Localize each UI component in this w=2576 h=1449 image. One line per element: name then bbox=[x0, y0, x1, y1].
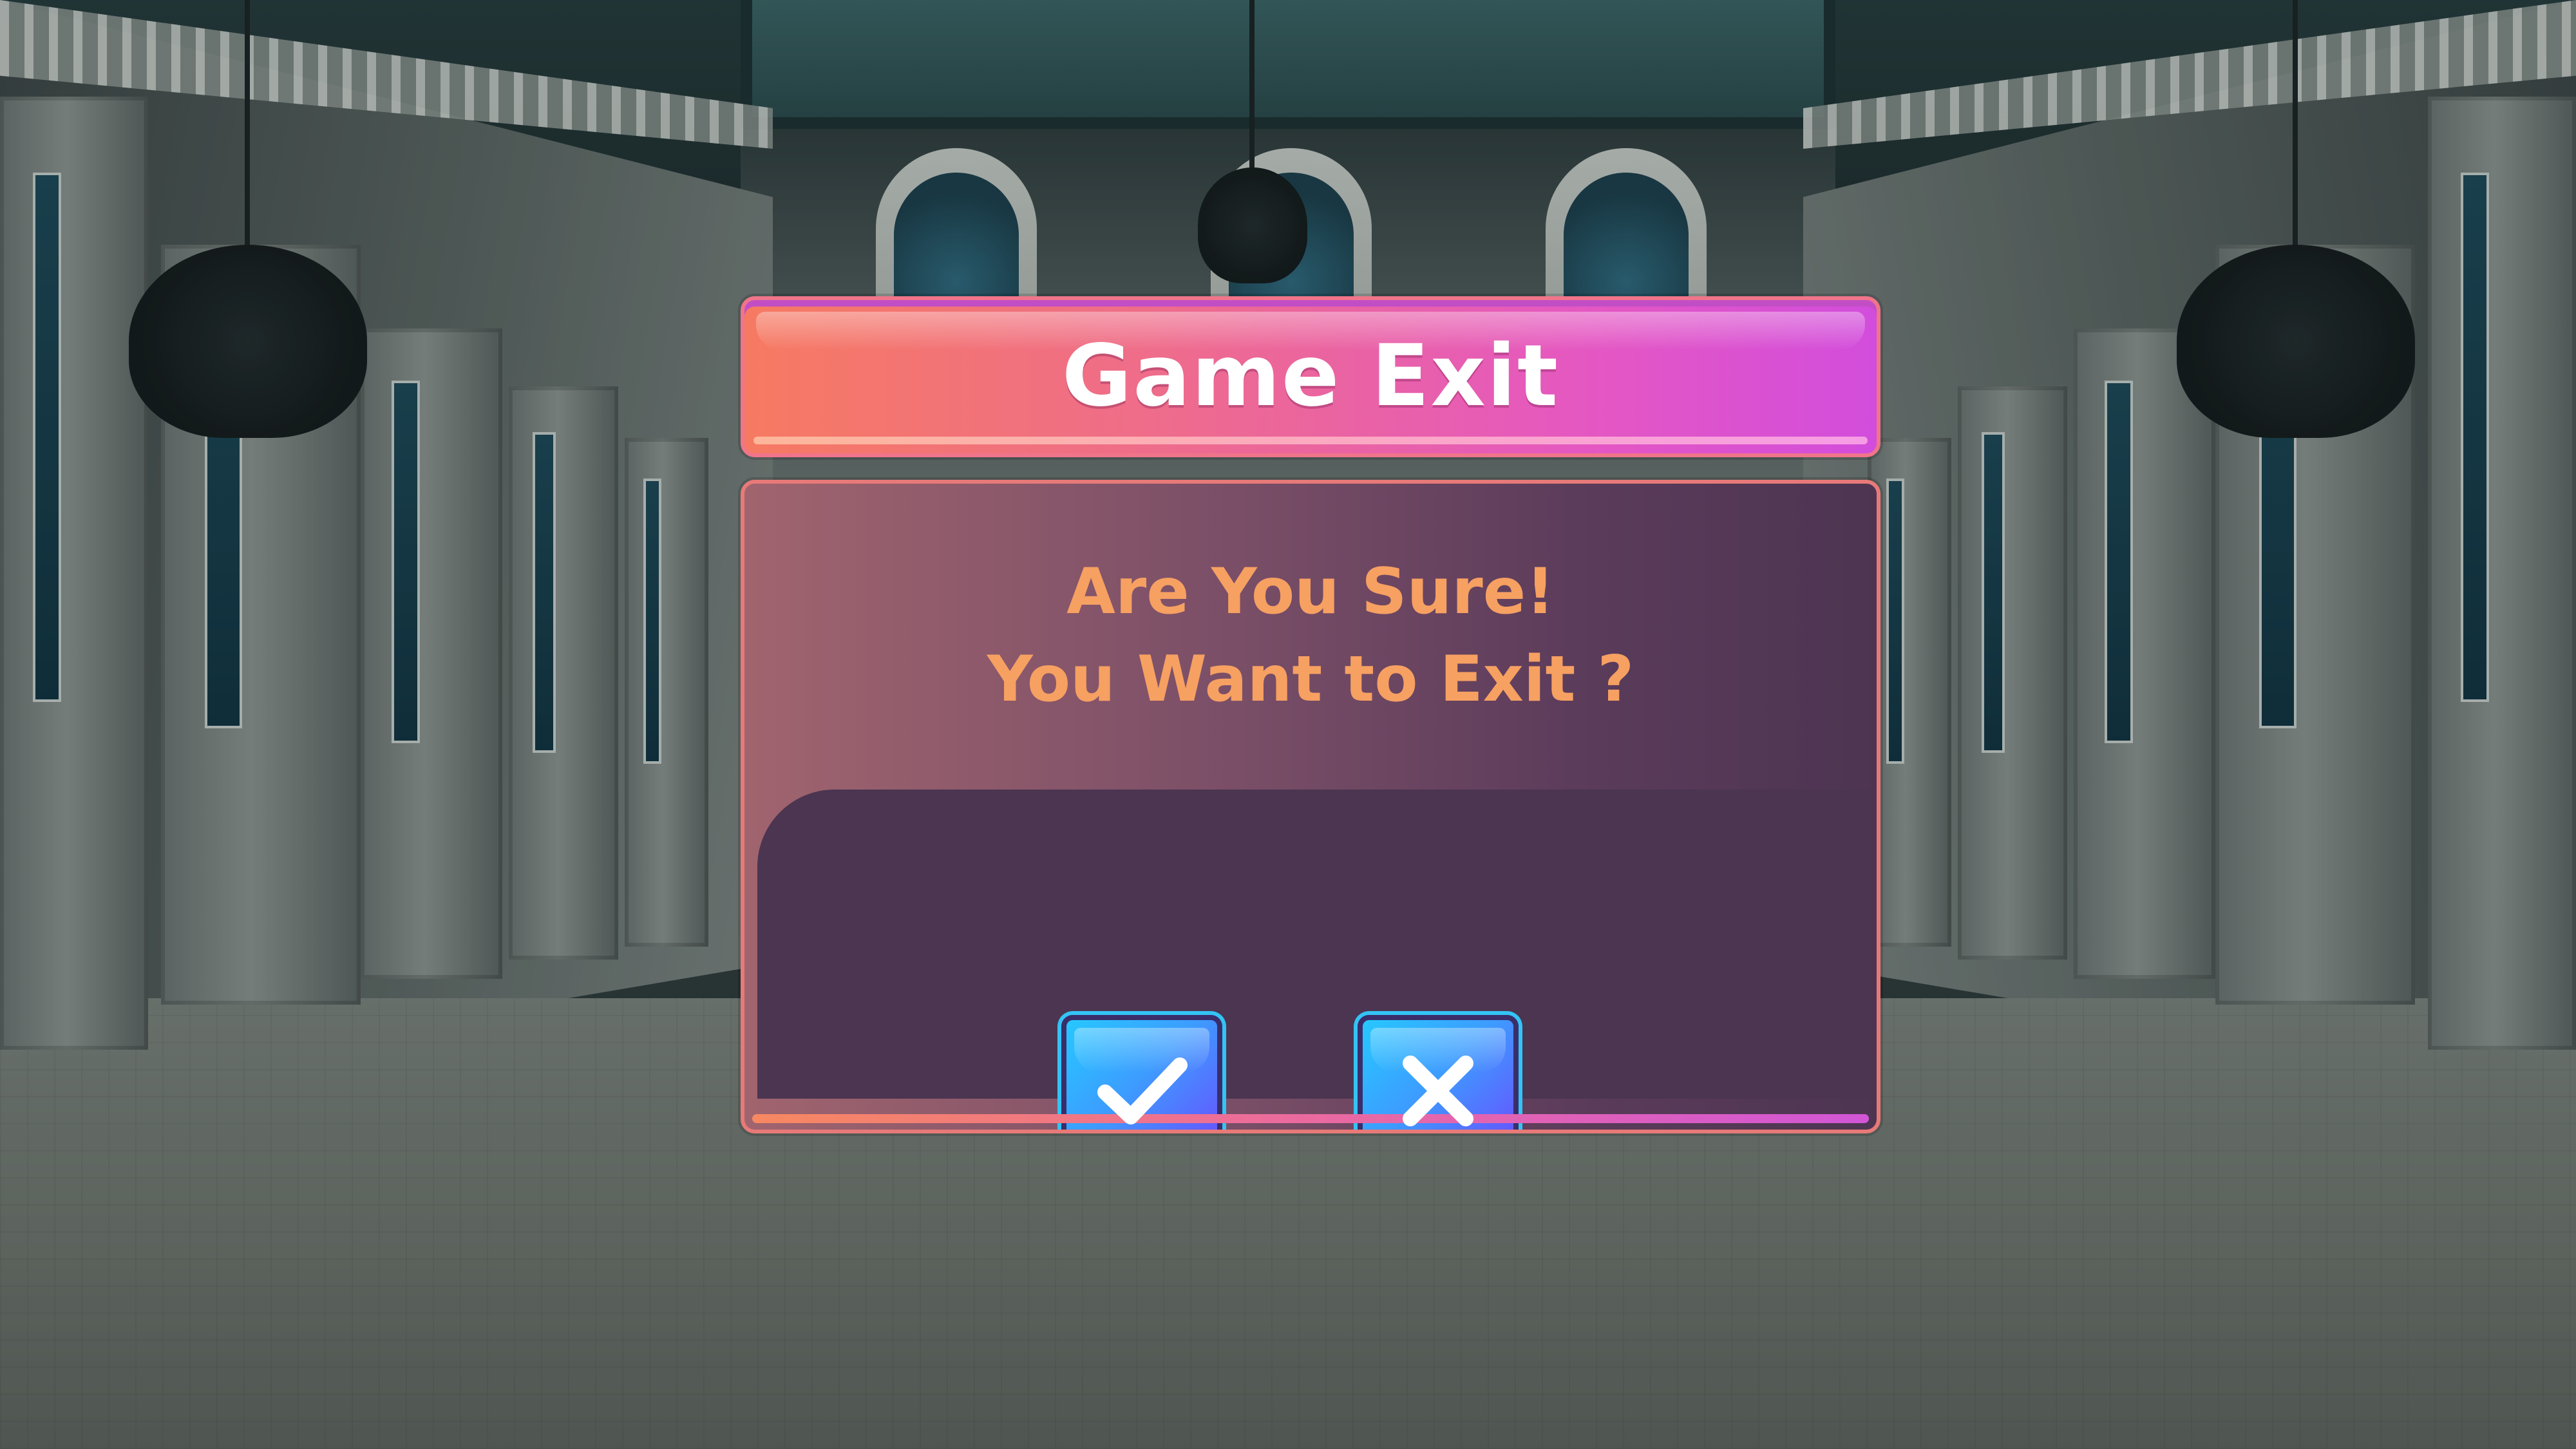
close-icon bbox=[1403, 1056, 1473, 1126]
checkmark-icon bbox=[1097, 1057, 1188, 1124]
dialog-title-bar: Game Exit bbox=[741, 296, 1880, 457]
panel-bottom-accent bbox=[752, 1114, 1869, 1123]
dialog-body: Are You Sure! You Want to Exit ? bbox=[741, 480, 1880, 1133]
dialog-message: Are You Sure! You Want to Exit ? bbox=[744, 548, 1877, 723]
exit-dialog: Game Exit Are You Sure! You Want to Exit… bbox=[741, 296, 1880, 1133]
message-line-1: Are You Sure! bbox=[1066, 555, 1555, 629]
message-line-2: You Want to Exit ? bbox=[987, 643, 1634, 716]
button-tray bbox=[757, 790, 1871, 1099]
dialog-title: Game Exit bbox=[1061, 327, 1560, 426]
